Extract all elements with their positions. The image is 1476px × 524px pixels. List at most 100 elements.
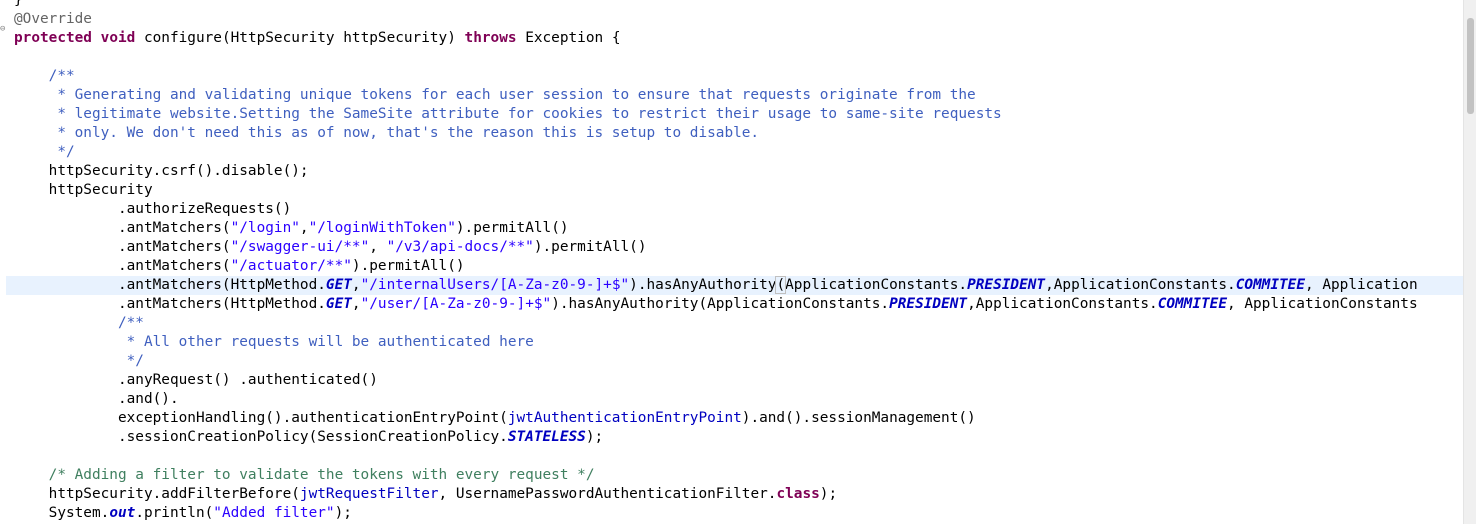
code-token: * All other requests will be authenticat… [14, 334, 534, 350]
code-token: "/internalUsers/[A-Za-z0-9-]+$" [360, 277, 630, 293]
code-token: ).permitAll() [455, 220, 569, 236]
code-token: /** [14, 315, 144, 331]
code-line[interactable] [6, 48, 1464, 67]
code-token: ).permitAll() [533, 239, 647, 255]
code-token: Exception { [516, 30, 621, 46]
code-token: "/swagger-ui/**" [230, 239, 370, 255]
code-token: PRESIDENT [967, 277, 1046, 293]
code-line[interactable]: exceptionHandling().authenticationEntryP… [6, 409, 1464, 428]
code-line[interactable]: } [6, 0, 1464, 10]
code-line[interactable]: .antMatchers(HttpMethod.GET,"/user/[A-Za… [6, 295, 1464, 314]
code-line[interactable]: */ [6, 352, 1464, 371]
code-line[interactable]: /* Adding a filter to validate the token… [6, 466, 1464, 485]
code-token: httpSecurity [48, 182, 153, 198]
code-line[interactable]: httpSecurity.csrf().disable(); [6, 162, 1464, 181]
code-token: ,ApplicationConstants. [1045, 277, 1236, 293]
code-token: ( [775, 276, 787, 294]
code-line[interactable] [6, 447, 1464, 466]
code-line[interactable]: System.out.println("Added filter"); [6, 504, 1464, 523]
code-token: "/v3/api-docs/**" [386, 239, 534, 255]
code-token: protected [14, 30, 92, 46]
code-line[interactable]: @Override [6, 10, 1464, 29]
code-line[interactable]: /** [6, 67, 1464, 86]
code-token: STATELESS [507, 429, 586, 445]
code-token: @Override [14, 11, 92, 27]
code-line[interactable]: .sessionCreationPolicy(SessionCreationPo… [6, 428, 1464, 447]
code-token: * Generating and validating unique token… [14, 87, 976, 103]
code-token: } [14, 0, 23, 8]
scrollbar-thumb[interactable] [1467, 18, 1474, 114]
code-token: "/loginWithToken" [308, 220, 456, 236]
code-token: , [351, 296, 361, 312]
code-token: ).hasAnyAuthority [629, 277, 777, 293]
code-line[interactable]: .anyRequest() .authenticated() [6, 371, 1464, 390]
code-token: PRESIDENT [889, 296, 968, 312]
fold-marker-icon[interactable]: ⊖ [0, 24, 5, 34]
code-token: */ [14, 353, 144, 369]
code-token: System. [14, 505, 110, 521]
code-line[interactable]: httpSecurity [6, 181, 1464, 200]
code-token: , ApplicationConstants [1227, 296, 1418, 312]
code-editor[interactable]: ⊖ } @Override protected void configure(Htt… [0, 0, 1476, 524]
code-token: "/user/[A-Za-z0-9-]+$" [360, 296, 552, 312]
code-token: httpSecurity [343, 30, 448, 46]
code-line[interactable]: .antMatchers(HttpMethod.GET,"/internalUs… [6, 276, 1464, 295]
code-token: ).and().sessionManagement() [741, 410, 976, 426]
code-line[interactable]: */ [6, 143, 1464, 162]
code-line[interactable]: .antMatchers("/swagger-ui/**", "/v3/api-… [6, 238, 1464, 257]
code-token: void [100, 30, 136, 46]
code-line[interactable]: * All other requests will be authenticat… [6, 333, 1464, 352]
code-token: .csrf().disable(); [152, 163, 309, 179]
code-token: .println( [135, 505, 214, 521]
code-line[interactable]: httpSecurity.addFilterBefore(jwtRequestF… [6, 485, 1464, 504]
code-token: , [299, 220, 309, 236]
code-line[interactable]: /** [6, 314, 1464, 333]
code-token: jwtAuthenticationEntryPoint [507, 410, 742, 426]
code-token: COMMITEE [1235, 277, 1305, 293]
code-token: .addFilterBefore( [152, 486, 300, 502]
code-line[interactable]: .and(). [6, 390, 1464, 409]
code-token: .sessionCreationPolicy(SessionCreationPo… [14, 429, 508, 445]
code-token: ); [334, 505, 352, 521]
code-token: ); [819, 486, 838, 502]
code-token: .antMatchers( [14, 258, 231, 274]
code-token: .antMatchers(HttpMethod. [14, 277, 326, 293]
code-token: ,ApplicationConstants. [967, 296, 1158, 312]
code-line[interactable]: protected void configure(HttpSecurity ht… [6, 29, 1464, 48]
code-token: .and(). [14, 391, 179, 407]
code-token: * only. We don't need this as of now, th… [14, 125, 760, 141]
code-token: , UsernamePasswordAuthenticationFilter. [438, 486, 777, 502]
code-token: /** [14, 68, 75, 84]
code-token: out [109, 505, 136, 521]
code-token: .anyRequest() .authenticated() [14, 372, 378, 388]
code-token: /* Adding a filter to validate the token… [14, 467, 595, 483]
code-token: GET [325, 296, 352, 312]
vertical-scrollbar[interactable] [1463, 0, 1476, 524]
code-token: configure(HttpSecurity [135, 30, 344, 46]
code-token: .antMatchers(HttpMethod. [14, 296, 326, 312]
code-line[interactable]: * Generating and validating unique token… [6, 86, 1464, 105]
code-line[interactable]: * only. We don't need this as of now, th… [6, 124, 1464, 143]
code-token: class [776, 486, 820, 502]
code-token: * legitimate website.Setting the SameSit… [14, 106, 1002, 122]
code-token: COMMITEE [1157, 296, 1227, 312]
code-token: .antMatchers( [14, 239, 231, 255]
code-token: , Application [1305, 277, 1418, 293]
code-token: ApplicationConstants. [785, 277, 968, 293]
code-token: "/actuator/**" [230, 258, 352, 274]
code-token: "/login" [230, 220, 300, 236]
code-token: ).hasAnyAuthority(ApplicationConstants. [551, 296, 890, 312]
code-line[interactable]: * legitimate website.Setting the SameSit… [6, 105, 1464, 124]
code-token: httpSecurity [48, 486, 153, 502]
code-token: exceptionHandling().authenticationEntryP… [14, 410, 508, 426]
code-line[interactable]: .antMatchers("/login","/loginWithToken")… [6, 219, 1464, 238]
code-line[interactable]: .antMatchers("/actuator/**").permitAll() [6, 257, 1464, 276]
code-token: , [351, 277, 361, 293]
code-token: GET [325, 277, 352, 293]
code-token: .authorizeRequests() [14, 201, 292, 217]
code-token: ).permitAll() [351, 258, 465, 274]
code-line[interactable]: .authorizeRequests() [6, 200, 1464, 219]
